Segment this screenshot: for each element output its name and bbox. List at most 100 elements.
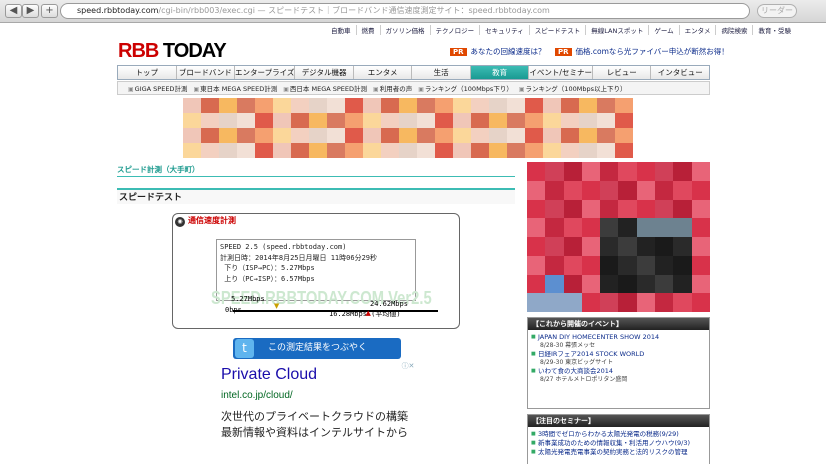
subnav-west[interactable]: 西日本 MEGA SPEED計測 — [283, 82, 367, 94]
ad-title-link[interactable]: Private Cloud — [221, 366, 317, 384]
pr-text: 価格.comなら光ファイバー申込が断然お得！ — [575, 47, 729, 56]
banner-ad-pixel — [219, 143, 237, 158]
subnav-giga[interactable]: GIGA SPEED計測 — [128, 82, 188, 94]
back-button[interactable]: ◀ — [5, 4, 22, 18]
banner-ad-pixel — [525, 98, 543, 113]
nav-item-enterprise[interactable]: エンタープライズ — [234, 66, 295, 79]
util-link[interactable]: セキュリティ — [479, 25, 529, 35]
nav-item-interview[interactable]: インタビュー — [650, 66, 709, 79]
side-ad-pixel — [600, 218, 619, 237]
side-ad-pixel — [527, 199, 546, 219]
banner-ad-pixel — [399, 113, 417, 128]
banner-ad-pixel — [399, 143, 417, 158]
subnav-voice[interactable]: 利用者の声 — [373, 82, 413, 94]
side-ad-pixel — [618, 293, 637, 312]
side-ad-pixel — [673, 218, 692, 237]
breadcrumb[interactable]: スピード計測（大手町） — [117, 163, 515, 177]
event-detail: 8/29-30 東京ビッグサイト — [540, 359, 614, 366]
pr-tag: PR — [450, 48, 467, 56]
tweet-result-button[interactable]: t この測定結果をつぶやく — [233, 338, 401, 359]
event-link[interactable]: JAPAN DIY HOMECENTER SHOW 2014 — [528, 333, 709, 342]
side-ad-pixel — [581, 293, 601, 312]
side-ad-pixel — [581, 199, 601, 219]
banner-ad-pixel — [417, 143, 435, 158]
side-ad-pixel — [581, 180, 601, 200]
side-ad-pixel — [545, 274, 564, 294]
banner-ad-pixel — [381, 113, 399, 128]
banner-ad-pixel — [201, 143, 219, 158]
ad-info-icon[interactable]: ⓘ✕ — [400, 361, 416, 371]
seminars-box: 【注目のセミナー】 3時間でゼロからわかる太陽光発電の税務(9/29) 新事業成… — [527, 414, 710, 464]
util-link[interactable]: 無線LANスポット — [585, 25, 648, 35]
logo-rbb: RBB — [118, 40, 159, 62]
event-link[interactable]: いわて食の大商談会2014 — [528, 367, 709, 376]
banner-ad-pixel — [255, 113, 273, 128]
util-link[interactable]: エンタメ — [678, 25, 716, 35]
nav-item-broadband[interactable]: ブロードバンド — [175, 66, 235, 79]
side-ad-pixel — [636, 293, 656, 312]
banner-ad-pixel — [615, 98, 633, 113]
seminar-link[interactable]: 太陽光発電売電事業の契約実務と法的リスクの管理 — [528, 448, 709, 457]
banner-ad-pixel — [183, 128, 201, 143]
util-link[interactable]: 教育・受験 — [752, 25, 796, 35]
banner-ad-pixel — [471, 128, 489, 143]
side-ad-pixel — [600, 199, 619, 219]
event-link[interactable]: 日経IRフェア2014 STOCK WORLD — [528, 350, 709, 359]
util-link[interactable]: 燃費 — [355, 25, 380, 35]
side-ad-pixel — [691, 180, 710, 200]
forward-button[interactable]: ▶ — [22, 4, 39, 18]
banner-ad-pixel — [255, 98, 273, 113]
side-ad-pixel — [636, 218, 656, 237]
events-heading: 【これから開催のイベント】 — [528, 318, 709, 330]
banner-ad-pixel — [309, 143, 327, 158]
subnav-ranking-100[interactable]: ランキング（100Mbps下り） — [418, 82, 513, 94]
banner-ad-pixel — [543, 143, 561, 158]
average-marker-icon: ▲ — [365, 309, 371, 317]
nav-item-life[interactable]: 生活 — [411, 66, 470, 79]
util-link[interactable]: スピードテスト — [528, 25, 586, 35]
side-ad-pixel — [600, 255, 619, 275]
subnav-east[interactable]: 東日本 MEGA SPEED計測 — [193, 82, 277, 94]
new-tab-button[interactable]: + — [41, 4, 58, 18]
side-ad-pixel — [527, 255, 546, 275]
side-ad-pixel — [545, 293, 564, 312]
nav-item-education[interactable]: 教育 — [469, 66, 529, 79]
banner-ad-pixel — [615, 113, 633, 128]
side-ad-pixel — [691, 218, 710, 237]
result-title: ◉ 通信速度計測 — [175, 215, 236, 227]
result-line: SPEED 2.5 (speed.rbbtoday.com) — [220, 243, 347, 251]
subnav-ranking-over100[interactable]: ランキング（100Mbps以上下り） — [519, 82, 627, 94]
banner-ad-pixel — [525, 113, 543, 128]
side-ad-pixel — [618, 218, 637, 237]
pr-link-speed[interactable]: PR あなたの回線速度は？ — [450, 46, 546, 57]
side-ad-pixelated[interactable] — [527, 162, 710, 312]
side-ad-pixel — [545, 255, 564, 275]
util-link[interactable]: 病院検索 — [715, 25, 752, 35]
side-ad-pixel — [691, 237, 710, 256]
seminar-link[interactable]: 3時間でゼロからわかる太陽光発電の税務(9/29) — [528, 430, 709, 439]
current-speed-label: 5.27Mbps — [231, 295, 265, 303]
side-ad-pixel — [600, 293, 619, 312]
banner-ad-pixel — [345, 113, 363, 128]
site-logo[interactable]: RBB TODAY — [118, 40, 227, 63]
banner-ad-pixel — [471, 98, 489, 113]
address-bar[interactable]: speed.rbbtoday.com/cgi-bin/rbb003/exec.c… — [60, 3, 750, 19]
util-link[interactable]: ガソリン価格 — [379, 25, 430, 35]
util-link[interactable]: ゲーム — [648, 25, 678, 35]
nav-item-events[interactable]: イベント/セミナー — [528, 66, 592, 79]
nav-item-top[interactable]: トップ — [118, 66, 176, 79]
nav-item-review[interactable]: レビュー — [591, 66, 651, 79]
nav-item-digital[interactable]: デジタル機器 — [294, 66, 353, 79]
banner-ad-pixel — [237, 128, 255, 143]
seminar-link[interactable]: 新事業成功のための情報収集・利活用ノウハウ(9/3) — [528, 439, 709, 448]
pr-link-kakaku[interactable]: PR 価格.comなら光ファイバー申込が断然お得！ — [555, 46, 729, 57]
banner-ad-pixel — [237, 113, 255, 128]
reader-button[interactable]: リーダー — [757, 4, 797, 18]
util-link[interactable]: 自動車 — [326, 25, 356, 35]
nav-item-entertainment[interactable]: エンタメ — [352, 66, 412, 79]
side-ad-pixel — [636, 274, 656, 294]
ad-url[interactable]: intel.co.jp/cloud/ — [221, 390, 293, 401]
banner-ad-pixelated[interactable] — [183, 98, 633, 158]
result-title-text: 通信速度計測 — [188, 216, 236, 225]
util-link[interactable]: テクノロジー — [429, 25, 480, 35]
